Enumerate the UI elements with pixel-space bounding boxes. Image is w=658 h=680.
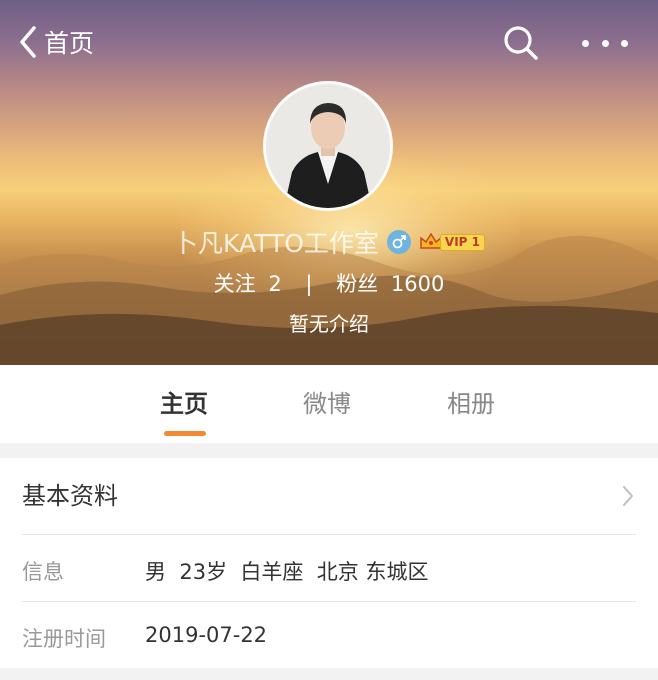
follow-stats: 关注 2 | 粉丝 1600 [0, 268, 658, 298]
more-options-button[interactable] [582, 24, 628, 62]
profile-nickname: 卜凡KATTO工作室 [173, 229, 379, 258]
back-button[interactable]: 首页 [18, 22, 94, 62]
more-dot [601, 39, 609, 47]
register-time-value: 2019-07-22 [145, 623, 268, 647]
divider [22, 601, 636, 602]
info-label: 信息 [22, 560, 64, 584]
search-button[interactable] [502, 24, 540, 62]
basic-info-header[interactable]: 基本资料 [0, 458, 658, 534]
avatar[interactable] [263, 81, 393, 211]
avatar-portrait [266, 84, 390, 208]
more-dot [582, 39, 589, 47]
following-count[interactable]: 2 [268, 272, 281, 296]
register-time-label: 注册时间 [22, 627, 106, 651]
info-value: 男 23岁 白羊座 北京 东城区 [145, 560, 429, 584]
followers-count[interactable]: 1600 [391, 272, 444, 296]
vip-level: VIP 1 [439, 233, 485, 251]
tab-album[interactable]: 相册 [447, 365, 495, 443]
following-label[interactable]: 关注 [214, 272, 256, 296]
basic-info-card: 基本资料 信息 男 23岁 白羊座 北京 东城区 注册时间 2019-07-22 [0, 458, 658, 668]
search-icon [504, 26, 538, 60]
top-navigation-bar: 首页 [0, 22, 658, 62]
back-label: 首页 [44, 29, 95, 58]
male-icon [386, 230, 411, 254]
tab-weibo[interactable]: 微博 [303, 365, 351, 443]
profile-tabs: 主页 微博 相册 [0, 365, 658, 443]
followers-label[interactable]: 粉丝 [336, 272, 378, 296]
stats-separator: | [305, 272, 313, 296]
divider [22, 534, 636, 535]
chevron-right-icon [623, 486, 633, 506]
chevron-left-icon [20, 26, 36, 58]
profile-cover: 首页 卜凡KATTO工作室 VIP 1 关注 2 | 粉丝 1600 暂无介绍 [0, 0, 658, 365]
basic-info-title: 基本资料 [22, 482, 118, 510]
active-tab-indicator [164, 431, 206, 436]
profile-name-row: 卜凡KATTO工作室 VIP 1 [0, 224, 658, 258]
vip-badge[interactable]: VIP 1 [419, 232, 485, 252]
more-dot [621, 39, 628, 47]
profile-bio: 暂无介绍 [289, 312, 369, 336]
